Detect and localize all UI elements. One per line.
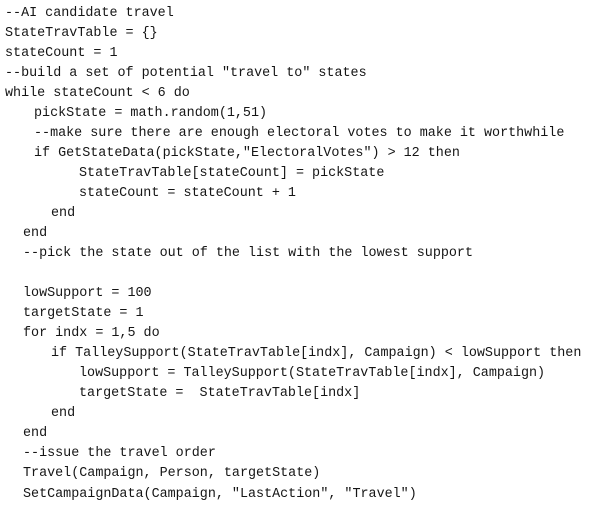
code-line: end xyxy=(51,406,76,422)
code-listing: --AI candidate travel StateTravTable = {… xyxy=(0,0,600,515)
code-comment: --build a set of potential "travel to" s… xyxy=(5,65,367,81)
code-line: SetCampaignData(Campaign, "LastAction", … xyxy=(23,486,417,502)
code-line: pickState = math.random(1,51) xyxy=(34,105,268,121)
code-line: targetState = 1 xyxy=(23,306,144,322)
code-line: if GetStateData(pickState,"ElectoralVote… xyxy=(34,145,460,161)
code-line: Travel(Campaign, Person, targetState) xyxy=(23,466,321,482)
code-line: stateCount = 1 xyxy=(5,45,118,61)
code-line: end xyxy=(23,426,48,442)
code-line: targetState = StateTravTable[indx] xyxy=(79,386,361,402)
code-line: stateCount = stateCount + 1 xyxy=(79,185,296,201)
code-line: lowSupport = 100 xyxy=(23,286,152,302)
code-comment: --pick the state out of the list with th… xyxy=(23,246,473,261)
code-line: while stateCount < 6 do xyxy=(5,85,190,101)
code-line: end xyxy=(23,225,48,241)
code-line: StateTravTable = {} xyxy=(5,25,158,41)
code-line: if TalleySupport(StateTravTable[indx], C… xyxy=(51,346,582,362)
code-comment: --make sure there are enough electoral v… xyxy=(34,125,565,141)
code-line: StateTravTable[stateCount] = pickState xyxy=(79,165,385,181)
code-comment: --AI candidate travel xyxy=(5,5,174,21)
code-line: lowSupport = TalleySupport(StateTravTabl… xyxy=(79,366,546,382)
code-line: end xyxy=(51,205,76,221)
code-comment: --issue the travel order xyxy=(23,446,216,462)
code-line: for indx = 1,5 do xyxy=(23,326,160,342)
